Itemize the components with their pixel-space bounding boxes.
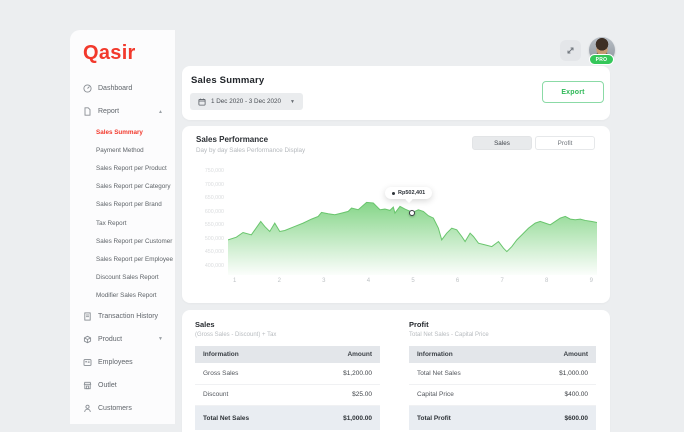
profit-table-formula: Total Net Sales - Capital Price	[409, 332, 596, 338]
sidebar-item-tax-report[interactable]: Tax Report	[70, 214, 175, 232]
profit-table: Information Amount Total Net Sales $1,00…	[409, 346, 596, 430]
sales-performance-card: Sales Performance Day by day Sales Perfo…	[182, 126, 610, 303]
calendar-icon	[198, 98, 206, 106]
summary-tables-card: Sales (Gross Sales - Discount) + Tax Inf…	[182, 310, 610, 432]
table-row: Capital Price $400.00	[409, 385, 596, 407]
table-header-row: Information Amount	[195, 346, 380, 363]
y-axis-tick: 650,000	[205, 195, 224, 201]
x-axis-tick: 1	[233, 278, 236, 284]
x-axis-tick: 9	[590, 278, 593, 284]
chevron-down-icon: ▼	[158, 336, 163, 342]
x-axis-tick: 2	[278, 278, 281, 284]
sidebar-item-employees[interactable]: Employees	[70, 351, 175, 374]
toggle-sales[interactable]: Sales	[472, 136, 532, 150]
y-axis-tick: 400,000	[205, 263, 224, 269]
sidebar-item-sales-report-per-category[interactable]: Sales Report per Category	[70, 178, 175, 196]
date-range-value: 1 Dec 2020 - 3 Dec 2020	[211, 98, 281, 105]
x-axis-tick: 5	[411, 278, 414, 284]
tooltip-dot-icon	[392, 192, 395, 195]
dashboard-icon	[83, 84, 92, 93]
sales-table-title: Sales	[195, 320, 380, 329]
table-total-row: Total Net Sales $1,000.00	[195, 406, 380, 430]
transaction-history-icon	[83, 312, 92, 321]
x-axis-tick: 7	[500, 278, 503, 284]
y-axis-tick: 450,000	[205, 249, 224, 255]
y-axis-tick: 750,000	[205, 168, 224, 174]
sidebar-item-sales-report-per-product[interactable]: Sales Report per Product	[70, 159, 175, 177]
sales-table: Information Amount Gross Sales $1,200.00…	[195, 346, 380, 430]
toggle-profit[interactable]: Profit	[535, 136, 595, 150]
sidebar-item-transaction-history[interactable]: Transaction History	[70, 305, 175, 328]
sidebar-item-sales-report-per-employee[interactable]: Sales Report per Employee	[70, 250, 175, 268]
x-axis-tick: 6	[456, 278, 459, 284]
sidebar: Qasir Dashboard Report ▲ Sales Summary P…	[70, 30, 176, 424]
resize-diagonal-icon	[566, 46, 575, 55]
sidebar-nav: Dashboard Report ▲ Sales Summary Payment…	[70, 77, 175, 420]
profit-table-title: Profit	[409, 320, 596, 329]
chart-tooltip: Rp502,401	[385, 187, 432, 199]
chart-subtitle: Day by day Sales Performance Display	[196, 147, 305, 154]
sidebar-item-discount-sales-report[interactable]: Discount Sales Report	[70, 269, 175, 287]
sidebar-item-customers[interactable]: Customers	[70, 397, 175, 420]
y-axis: 750,000 700,000 650,000 600,000 550,000 500,0…	[190, 168, 224, 269]
expand-button[interactable]	[560, 40, 581, 61]
profit-table-section: Profit Total Net Sales - Capital Price I…	[409, 320, 596, 430]
pro-badge: PRO	[589, 54, 614, 65]
chart-title: Sales Performance	[196, 135, 268, 144]
x-axis: 1 2 3 4 5 6 7 8 9	[228, 278, 597, 284]
sidebar-item-dashboard[interactable]: Dashboard	[70, 77, 175, 100]
product-icon	[83, 335, 92, 344]
sales-area-chart	[228, 193, 597, 275]
report-icon	[83, 107, 92, 116]
sidebar-item-product[interactable]: Product ▼	[70, 328, 175, 351]
sales-table-formula: (Gross Sales - Discount) + Tax	[195, 332, 380, 338]
page-title: Sales Summary	[191, 75, 264, 86]
sidebar-item-outlet[interactable]: Outlet	[70, 374, 175, 397]
table-row: Gross Sales $1,200.00	[195, 363, 380, 385]
y-axis-tick: 700,000	[205, 182, 224, 188]
y-axis-tick: 550,000	[205, 222, 224, 228]
date-range-picker[interactable]: 1 Dec 2020 - 3 Dec 2020 ▼	[190, 93, 303, 110]
page-header-card: Sales Summary 1 Dec 2020 - 3 Dec 2020 ▼ …	[182, 66, 610, 120]
sidebar-item-sales-report-per-brand[interactable]: Sales Report per Brand	[70, 196, 175, 214]
chart-point-marker	[409, 210, 415, 216]
table-row: Total Net Sales $1,000.00	[409, 363, 596, 385]
tooltip-value: Rp502,401	[398, 190, 425, 196]
chart-plot-area	[228, 193, 597, 275]
sidebar-item-modifier-sales-report[interactable]: Modifier Sales Report	[70, 287, 175, 305]
table-row: Discount $25.00	[195, 385, 380, 407]
table-total-row: Total Profit $600.00	[409, 406, 596, 430]
chevron-up-icon: ▲	[158, 109, 163, 115]
qasir-logo[interactable]: Qasir	[83, 42, 175, 65]
y-axis-tick: 500,000	[205, 236, 224, 242]
outlet-icon	[83, 381, 92, 390]
sidebar-item-report[interactable]: Report ▲	[70, 100, 175, 123]
sidebar-item-payment-method[interactable]: Payment Method	[70, 141, 175, 159]
y-axis-tick: 600,000	[205, 209, 224, 215]
sidebar-item-sales-summary[interactable]: Sales Summary	[70, 123, 175, 141]
x-axis-tick: 8	[545, 278, 548, 284]
chevron-down-icon: ▼	[290, 99, 295, 105]
sidebar-item-sales-report-per-customer[interactable]: Sales Report per Customer	[70, 232, 175, 250]
employees-icon	[83, 358, 92, 367]
x-axis-tick: 4	[367, 278, 370, 284]
customers-icon	[83, 404, 92, 413]
export-button[interactable]: Export	[542, 81, 604, 103]
x-axis-tick: 3	[322, 278, 325, 284]
chart-toggle-group: Sales Profit	[472, 136, 595, 150]
table-header-row: Information Amount	[409, 346, 596, 363]
sales-table-section: Sales (Gross Sales - Discount) + Tax Inf…	[195, 320, 380, 430]
